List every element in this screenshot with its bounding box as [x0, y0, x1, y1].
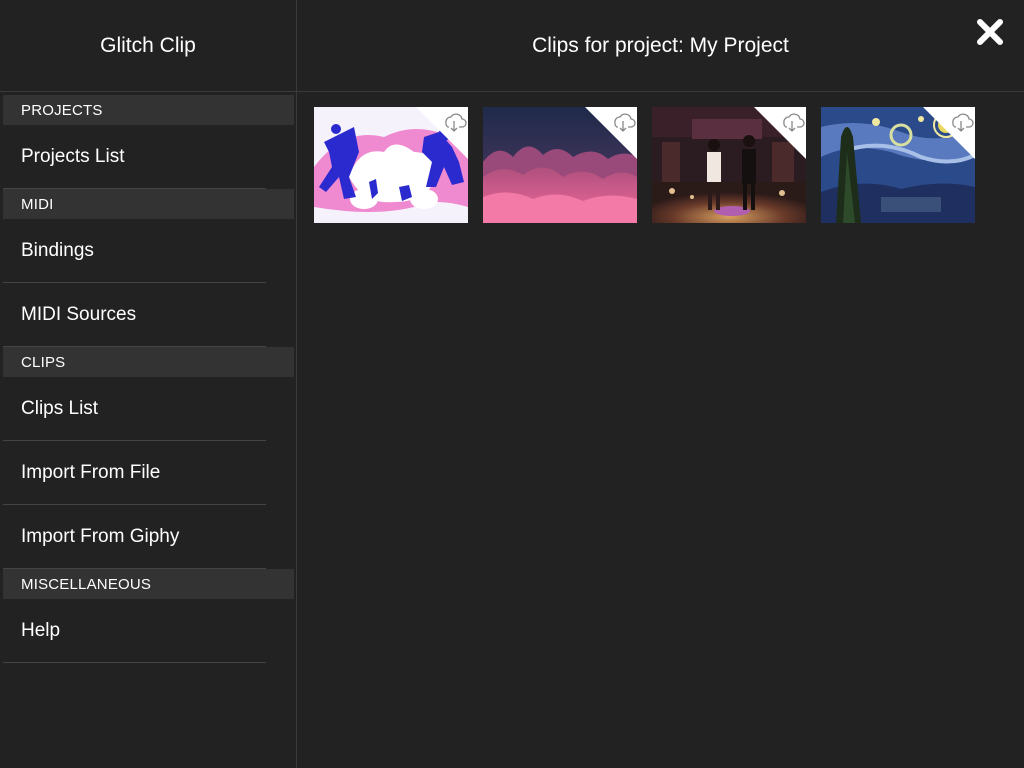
section-header-clips: CLIPS	[3, 347, 294, 377]
nav-item-help[interactable]: Help	[0, 599, 296, 663]
clip-thumbnail[interactable]	[483, 107, 637, 223]
main-header: Clips for project: My Project	[297, 0, 1024, 92]
cloud-download-icon[interactable]	[416, 107, 468, 159]
nav-item-import-from-giphy[interactable]: Import From Giphy	[0, 505, 296, 569]
cloud-download-icon[interactable]	[923, 107, 975, 159]
cloud-download-icon[interactable]	[585, 107, 637, 159]
nav-item-bindings[interactable]: Bindings	[0, 219, 296, 283]
nav-item-projects-list[interactable]: Projects List	[0, 125, 296, 189]
app-window: Glitch Clip PROJECTS Projects List MIDI …	[0, 0, 1024, 768]
clips-grid	[314, 107, 975, 223]
sidebar-header: Glitch Clip	[0, 0, 296, 92]
nav-item-clips-list[interactable]: Clips List	[0, 377, 296, 441]
section-header-midi: MIDI	[3, 189, 294, 219]
section-header-miscellaneous: MISCELLANEOUS	[3, 569, 294, 599]
nav-item-midi-sources[interactable]: MIDI Sources	[0, 283, 296, 347]
clip-thumbnail[interactable]	[652, 107, 806, 223]
page-title: Clips for project: My Project	[532, 33, 789, 57]
nav-item-import-from-file[interactable]: Import From File	[0, 441, 296, 505]
section-header-projects: PROJECTS	[3, 95, 294, 125]
cloud-download-icon[interactable]	[754, 107, 806, 159]
close-icon	[977, 19, 1003, 45]
main-panel: Clips for project: My Project	[297, 0, 1024, 768]
app-title: Glitch Clip	[100, 33, 196, 57]
close-button[interactable]	[974, 16, 1006, 48]
clip-thumbnail[interactable]	[821, 107, 975, 223]
sidebar: Glitch Clip PROJECTS Projects List MIDI …	[0, 0, 297, 768]
clip-thumbnail[interactable]	[314, 107, 468, 223]
